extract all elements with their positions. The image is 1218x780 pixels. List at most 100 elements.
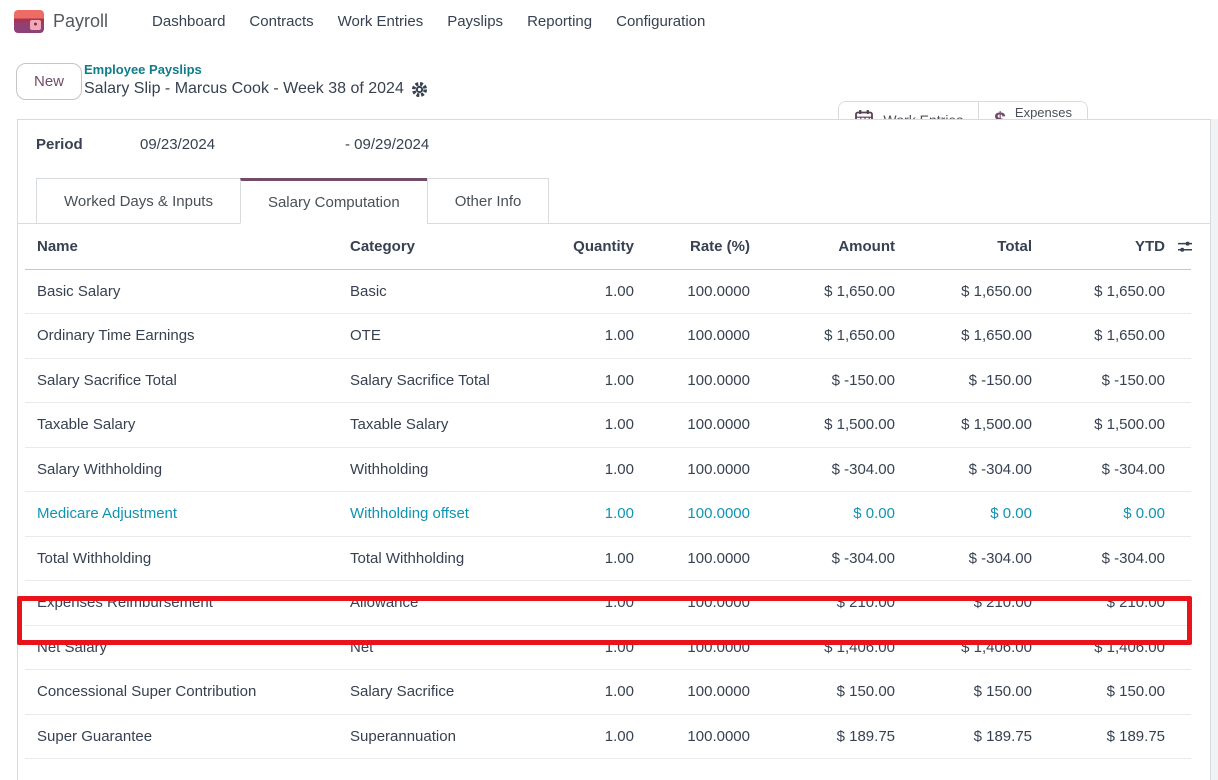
- cell-spacer: [1177, 670, 1191, 715]
- form-sheet: Period 09/23/2024 - 09/29/2024 Worked Da…: [17, 119, 1211, 780]
- cell-spacer: [1177, 314, 1191, 359]
- cell-ytd: $ -304.00: [1044, 536, 1177, 581]
- cell-ytd: $ 150.00: [1044, 670, 1177, 715]
- cell-spacer: [1177, 536, 1191, 581]
- cell-name: Net Salary: [25, 625, 338, 670]
- table-row[interactable]: Concessional Super Contribution Salary S…: [25, 670, 1191, 715]
- column-header-rate[interactable]: Rate (%): [646, 224, 762, 269]
- cell-ytd: $ 1,500.00: [1044, 403, 1177, 448]
- cell-total: $ 0.00: [907, 492, 1044, 537]
- cell-quantity: 1.00: [554, 447, 646, 492]
- cell-spacer: [1177, 403, 1191, 448]
- table-row[interactable]: Super Guarantee Superannuation 1.00 100.…: [25, 714, 1191, 759]
- breadcrumb-employee-payslips[interactable]: Employee Payslips: [84, 62, 428, 77]
- cell-amount: $ -150.00: [762, 358, 907, 403]
- gear-icon[interactable]: [411, 81, 428, 98]
- cell-quantity: 1.00: [554, 358, 646, 403]
- cell-rate: 100.0000: [646, 625, 762, 670]
- notebook-tabs: Worked Days & Inputs Salary Computation …: [18, 178, 1210, 224]
- table-row[interactable]: Salary Withholding Withholding 1.00 100.…: [25, 447, 1191, 492]
- cell-amount: $ 1,650.00: [762, 269, 907, 314]
- cell-rate: 100.0000: [646, 269, 762, 314]
- payroll-app-icon[interactable]: ●: [14, 10, 44, 33]
- period-end-value[interactable]: - 09/29/2024: [345, 136, 429, 153]
- cell-category: OTE: [338, 314, 554, 359]
- period-start-value[interactable]: 09/23/2024: [140, 136, 345, 153]
- column-header-amount[interactable]: Amount: [762, 224, 907, 269]
- nav-item-reporting[interactable]: Reporting: [527, 13, 592, 30]
- cell-quantity: 1.00: [554, 536, 646, 581]
- nav-item-contracts[interactable]: Contracts: [249, 13, 313, 30]
- cell-name: Concessional Super Contribution: [25, 670, 338, 715]
- table-row[interactable]: Net Salary Net 1.00 100.0000 $ 1,406.00 …: [25, 625, 1191, 670]
- app-title: Payroll: [53, 11, 108, 32]
- cell-total: $ 1,406.00: [907, 625, 1044, 670]
- cell-rate: 100.0000: [646, 714, 762, 759]
- cell-amount: $ 1,650.00: [762, 314, 907, 359]
- cell-name: Taxable Salary: [25, 403, 338, 448]
- cell-name: Ordinary Time Earnings: [25, 314, 338, 359]
- cell-rate: 100.0000: [646, 581, 762, 626]
- table-row[interactable]: Basic Salary Basic 1.00 100.0000 $ 1,650…: [25, 269, 1191, 314]
- cell-quantity: 1.00: [554, 625, 646, 670]
- cell-amount: $ 0.00: [762, 492, 907, 537]
- cell-spacer: [1177, 581, 1191, 626]
- cell-name: Salary Withholding: [25, 447, 338, 492]
- column-header-quantity[interactable]: Quantity: [554, 224, 646, 269]
- cell-category: Superannuation: [338, 714, 554, 759]
- table-row[interactable]: Taxable Salary Taxable Salary 1.00 100.0…: [25, 403, 1191, 448]
- optional-columns-toggle[interactable]: [1177, 224, 1191, 269]
- cell-category: Allowance: [338, 581, 554, 626]
- new-button[interactable]: New: [16, 63, 82, 100]
- nav-item-configuration[interactable]: Configuration: [616, 13, 705, 30]
- cell-rate: 100.0000: [646, 447, 762, 492]
- cell-name: Basic Salary: [25, 269, 338, 314]
- cell-category: Net: [338, 625, 554, 670]
- table-row[interactable]: Salary Sacrifice Total Salary Sacrifice …: [25, 358, 1191, 403]
- table-row[interactable]: Expenses Reimbursement Allowance 1.00 10…: [25, 581, 1191, 626]
- cell-ytd: $ 1,650.00: [1044, 269, 1177, 314]
- nav-item-dashboard[interactable]: Dashboard: [152, 13, 225, 30]
- page-background-strip: [1211, 119, 1218, 780]
- cell-category: Salary Sacrifice: [338, 670, 554, 715]
- tab-worked-days-inputs[interactable]: Worked Days & Inputs: [36, 178, 241, 224]
- column-header-total[interactable]: Total: [907, 224, 1044, 269]
- page-title: Salary Slip - Marcus Cook - Week 38 of 2…: [84, 80, 428, 98]
- table-row[interactable]: Ordinary Time Earnings OTE 1.00 100.0000…: [25, 314, 1191, 359]
- cell-quantity: 1.00: [554, 314, 646, 359]
- cell-quantity: 1.00: [554, 581, 646, 626]
- cell-total: $ 210.00: [907, 581, 1044, 626]
- cell-quantity: 1.00: [554, 670, 646, 715]
- nav-item-work-entries[interactable]: Work Entries: [338, 13, 424, 30]
- cell-amount: $ -304.00: [762, 536, 907, 581]
- column-header-name[interactable]: Name: [25, 224, 338, 269]
- cell-rate: 100.0000: [646, 403, 762, 448]
- table-header-row: Name Category Quantity Rate (%) Amount T…: [25, 224, 1191, 269]
- cell-total: $ 1,500.00: [907, 403, 1044, 448]
- cell-rate: 100.0000: [646, 358, 762, 403]
- cell-name: Medicare Adjustment: [25, 492, 338, 537]
- column-header-category[interactable]: Category: [338, 224, 554, 269]
- table-row[interactable]: Medicare Adjustment Withholding offset 1…: [25, 492, 1191, 537]
- cell-rate: 100.0000: [646, 536, 762, 581]
- cell-ytd: $ 210.00: [1044, 581, 1177, 626]
- nav-item-payslips[interactable]: Payslips: [447, 13, 503, 30]
- cell-quantity: 1.00: [554, 403, 646, 448]
- cell-spacer: [1177, 492, 1191, 537]
- cell-ytd: $ 0.00: [1044, 492, 1177, 537]
- cell-ytd: $ 1,650.00: [1044, 314, 1177, 359]
- cell-category: Total Withholding: [338, 536, 554, 581]
- cell-amount: $ 189.75: [762, 714, 907, 759]
- cell-rate: 100.0000: [646, 314, 762, 359]
- cell-category: Withholding: [338, 447, 554, 492]
- column-header-ytd[interactable]: YTD: [1044, 224, 1177, 269]
- cell-category: Withholding offset: [338, 492, 554, 537]
- cell-total: $ 150.00: [907, 670, 1044, 715]
- cell-spacer: [1177, 714, 1191, 759]
- tab-salary-computation[interactable]: Salary Computation: [240, 178, 428, 224]
- tab-other-info[interactable]: Other Info: [427, 178, 550, 224]
- cell-category: Salary Sacrifice Total: [338, 358, 554, 403]
- table-row[interactable]: Total Withholding Total Withholding 1.00…: [25, 536, 1191, 581]
- person-icon: ●: [30, 20, 41, 30]
- cell-amount: $ 1,406.00: [762, 625, 907, 670]
